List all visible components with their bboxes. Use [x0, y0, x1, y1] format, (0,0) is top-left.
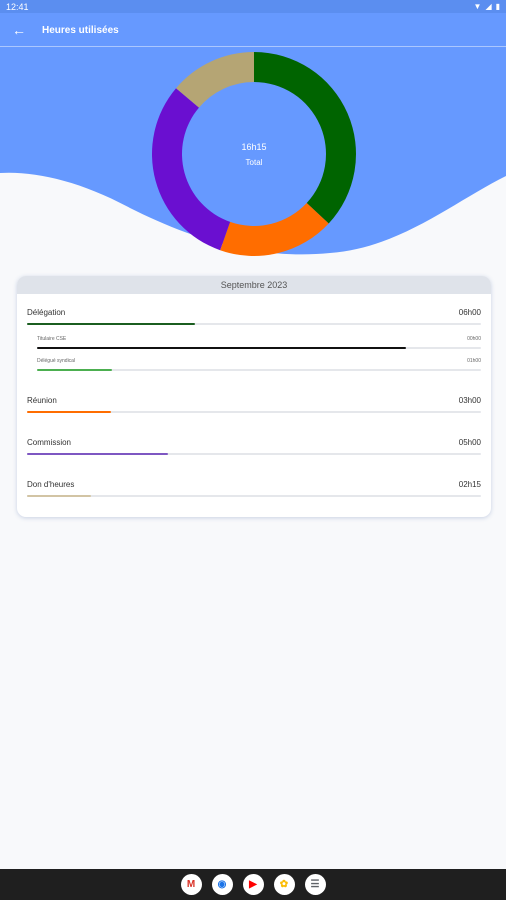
progress-track — [27, 495, 481, 497]
donut-segment-2 — [152, 88, 231, 251]
progress-track — [37, 369, 481, 371]
back-arrow-icon[interactable]: ← — [0, 13, 38, 47]
sub-row-label: Titulaire CSE — [37, 336, 67, 342]
month-summary-card: Septembre 2023 Délégation 06h00 Titulair… — [17, 276, 491, 517]
signal-icon: ◢ — [485, 1, 492, 11]
photos-icon[interactable]: ✿ — [273, 874, 295, 895]
progress-track — [37, 347, 481, 349]
row-value: 03h00 — [458, 396, 481, 405]
chrome-icon[interactable]: ◉ — [211, 874, 233, 895]
progress-track — [27, 453, 481, 455]
progress-fill — [27, 453, 168, 455]
row-label: Commission — [27, 438, 72, 447]
row-label: Réunion — [27, 396, 57, 405]
row-don-heures[interactable]: Don d'heures 02h15 — [27, 480, 481, 497]
progress-track — [27, 323, 481, 325]
page-title: Heures utilisées — [42, 24, 119, 36]
sub-row-label: Délégué syndical — [37, 358, 76, 364]
progress-track — [27, 411, 481, 413]
donut-segment-1 — [220, 203, 329, 256]
donut-chart — [152, 52, 356, 256]
row-label: Don d'heures — [27, 480, 75, 489]
month-header: Septembre 2023 — [17, 276, 491, 294]
row-commission[interactable]: Commission 05h00 — [27, 438, 481, 455]
progress-fill — [27, 495, 91, 497]
row-delegation[interactable]: Délégation 06h00 — [27, 308, 481, 325]
app-drawer-icon[interactable]: ☰ — [304, 874, 326, 895]
sub-row-value: 01h00 — [467, 358, 481, 364]
row-label: Délégation — [27, 308, 66, 317]
sub-row-value: 00h00 — [467, 336, 481, 342]
app-dock: M ◉ ▶ ✿ ☰ — [0, 869, 506, 900]
progress-fill — [27, 323, 195, 325]
progress-fill — [27, 411, 111, 413]
gmail-icon[interactable]: M — [180, 874, 202, 895]
donut-segment-0 — [254, 52, 356, 224]
wifi-icon: ▼ — [473, 1, 482, 11]
sub-row-titulaire: Titulaire CSE 00h00 — [37, 336, 481, 349]
app-bar: ← Heures utilisées — [0, 13, 506, 47]
progress-fill — [37, 347, 406, 349]
youtube-icon[interactable]: ▶ — [242, 874, 264, 895]
status-icons: ▼ ◢ ▮ — [473, 1, 500, 11]
status-bar: 12:41 ▼ ◢ ▮ — [0, 0, 506, 13]
row-reunion[interactable]: Réunion 03h00 — [27, 396, 481, 413]
app-bar-divider — [0, 46, 506, 47]
row-value: 02h15 — [458, 480, 481, 489]
row-value: 06h00 — [458, 308, 481, 317]
battery-icon: ▮ — [495, 1, 500, 11]
status-time: 12:41 — [6, 1, 29, 12]
progress-fill — [37, 369, 113, 371]
row-value: 05h00 — [458, 438, 481, 447]
sub-row-delegue: Délégué syndical 01h00 — [37, 358, 481, 371]
